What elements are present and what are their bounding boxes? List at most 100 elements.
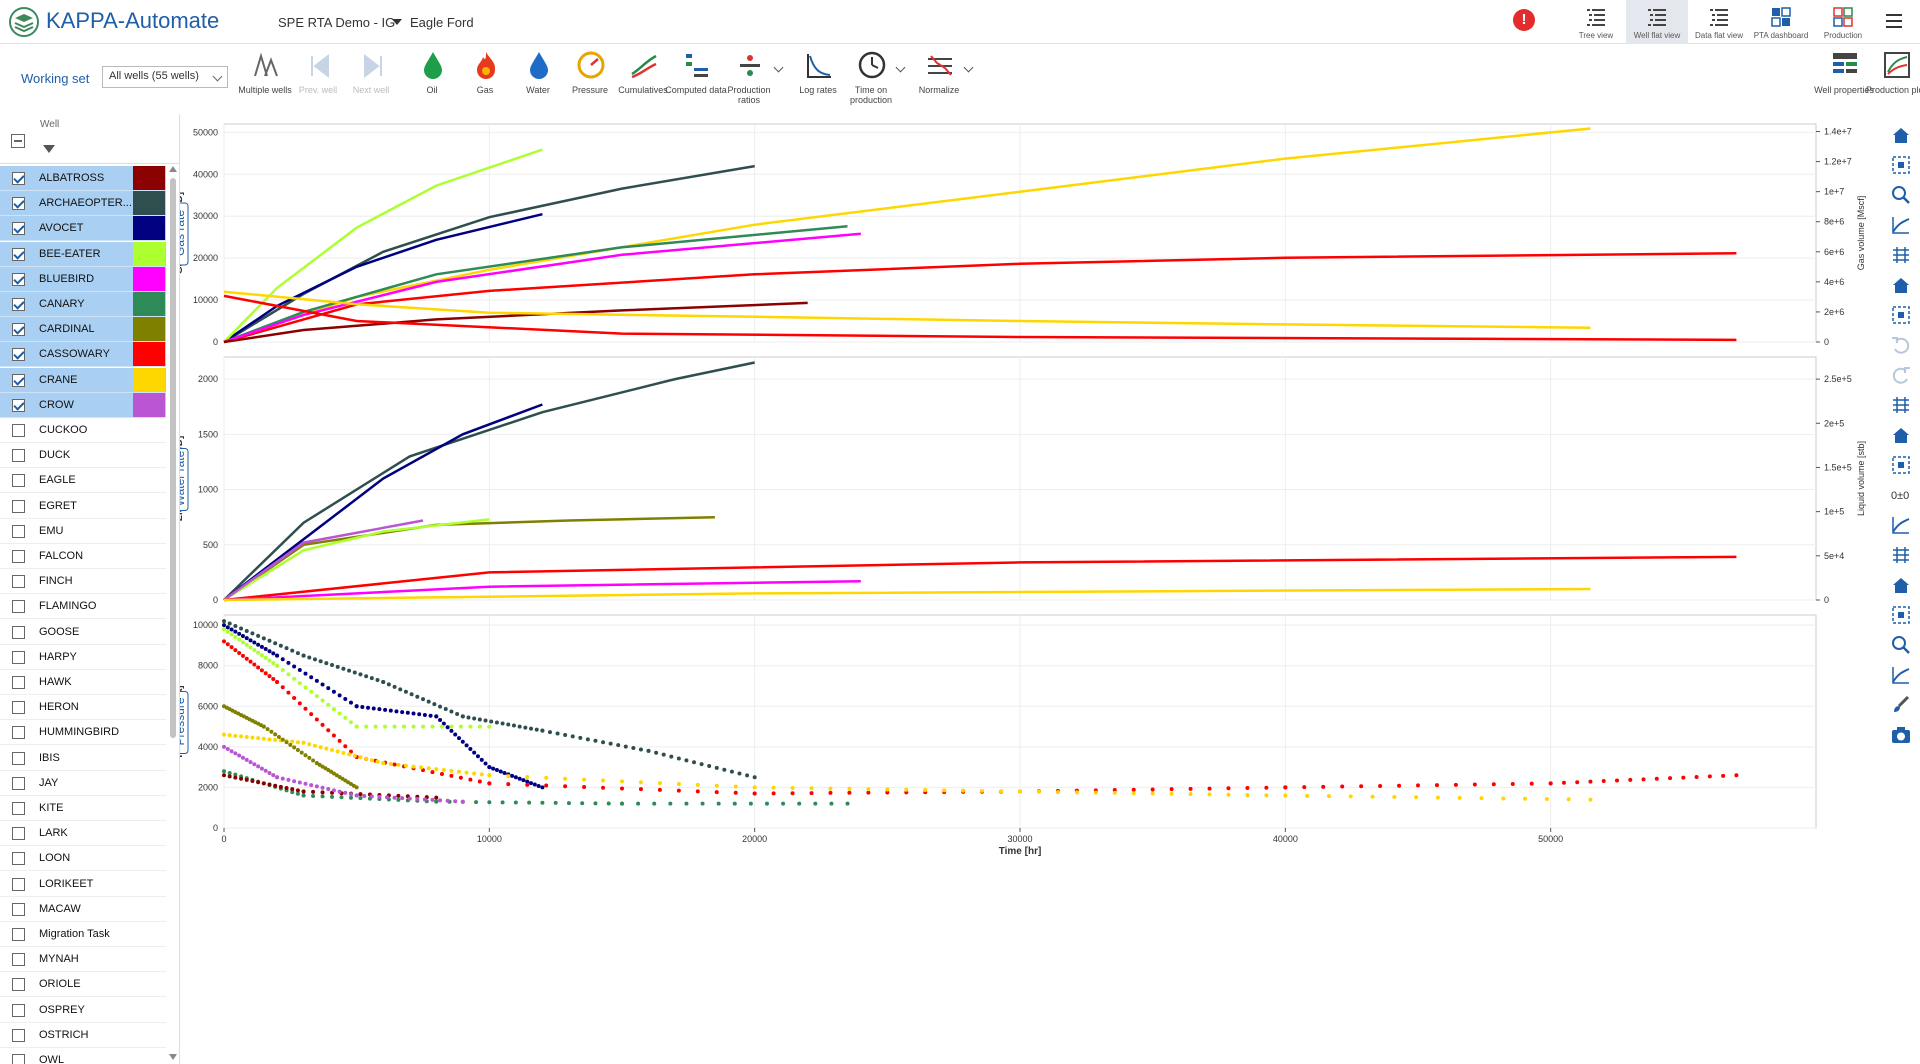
marker-icon[interactable]	[1890, 664, 1912, 686]
hand-pan-icon[interactable]	[1890, 184, 1912, 206]
well-checkbox[interactable]	[12, 348, 25, 362]
plot-canvas[interactable]: 0100002000030000400005000002e+64e+66e+68…	[180, 114, 1880, 1064]
chevron-down-icon[interactable]	[963, 62, 974, 73]
well-row[interactable]: HUMMINGBIRD	[0, 720, 166, 746]
well-checkbox[interactable]	[12, 298, 25, 311]
well-row[interactable]: LOON	[0, 846, 166, 872]
well-checkbox[interactable]	[12, 726, 25, 740]
well-row[interactable]: OSPREY	[0, 998, 166, 1023]
well-row[interactable]: KITE	[0, 796, 166, 821]
well-row[interactable]: BLUEBIRD	[0, 266, 166, 292]
well-row[interactable]: CARDINAL	[0, 317, 166, 343]
well-checkbox[interactable]	[12, 424, 25, 437]
redo-icon[interactable]	[1890, 364, 1912, 386]
well-row[interactable]: ORIOLE	[0, 972, 166, 998]
well-checkbox[interactable]	[12, 701, 25, 715]
scroll-thumb[interactable]	[170, 178, 176, 738]
well-row[interactable]: HARPY	[0, 645, 166, 670]
well-checkbox[interactable]	[12, 776, 25, 790]
well-row[interactable]: ALBATROSS	[0, 166, 166, 191]
brush-icon[interactable]	[1890, 694, 1912, 716]
tool-time-on-production[interactable]: Time on production	[844, 48, 906, 108]
view-button-production[interactable]: Production	[1812, 0, 1874, 44]
well-checkbox[interactable]	[12, 247, 25, 261]
tool-production-plot[interactable]: Production plot	[1866, 48, 1920, 108]
well-color-swatch[interactable]	[133, 367, 165, 392]
well-row[interactable]: LORIKEET	[0, 872, 166, 897]
tool-oil-drop[interactable]: Oil	[405, 48, 459, 108]
well-row[interactable]: OSTRICH	[0, 1023, 166, 1048]
well-checkbox[interactable]	[12, 323, 25, 337]
chevron-down-icon[interactable]	[895, 62, 906, 73]
well-row[interactable]: CASSOWARY	[0, 342, 166, 368]
well-row[interactable]: FLAMINGO	[0, 594, 166, 620]
well-checkbox[interactable]	[12, 550, 25, 563]
well-checkbox[interactable]	[12, 650, 25, 664]
well-color-swatch[interactable]	[133, 342, 165, 367]
zoom-x-icon[interactable]	[1890, 244, 1912, 266]
well-color-swatch[interactable]	[133, 292, 165, 316]
well-row[interactable]: CUCKOO	[0, 418, 166, 443]
well-color-swatch[interactable]	[133, 392, 165, 417]
well-row[interactable]: EAGLE	[0, 468, 166, 494]
tool-well-properties[interactable]: Well properties	[1814, 48, 1874, 108]
well-row[interactable]: AVOCET	[0, 216, 166, 242]
well-checkbox[interactable]	[12, 449, 25, 463]
well-checkbox[interactable]	[12, 524, 25, 538]
tool-log-rates[interactable]: Log rates	[791, 48, 845, 108]
well-checkbox[interactable]	[12, 877, 25, 891]
well-column-header[interactable]: Well	[40, 119, 59, 130]
well-checkbox[interactable]	[12, 978, 25, 992]
well-checkbox[interactable]	[12, 1054, 25, 1064]
well-row[interactable]: GOOSE	[0, 620, 166, 645]
scroll-up-icon[interactable]	[169, 166, 177, 172]
well-checkbox[interactable]	[12, 172, 25, 185]
view-button-pta-dashboard[interactable]: PTA dashboard	[1750, 0, 1812, 44]
well-row[interactable]: MYNAH	[0, 947, 166, 973]
undo-icon[interactable]	[1890, 334, 1912, 356]
working-set-dropdown[interactable]: All wells (55 wells)	[102, 66, 228, 88]
table-icon[interactable]	[1890, 634, 1912, 656]
hamburger-menu-icon[interactable]	[1886, 14, 1902, 28]
legend-icon[interactable]	[1890, 394, 1912, 416]
well-row[interactable]: CRANE	[0, 367, 166, 393]
well-row[interactable]: FALCON	[0, 544, 166, 569]
zoom-y-icon[interactable]	[1890, 274, 1912, 296]
well-row[interactable]: EGRET	[0, 494, 166, 519]
tool-gas-flame[interactable]: Gas	[458, 48, 512, 108]
tool-cumulatives[interactable]: Cumulatives	[616, 48, 670, 108]
view-button-well-flat-view[interactable]: Well flat view	[1626, 0, 1688, 44]
well-color-swatch[interactable]	[133, 216, 165, 241]
well-row[interactable]: DUCK	[0, 443, 166, 469]
well-row[interactable]: MACAW	[0, 897, 166, 922]
well-row[interactable]: FINCH	[0, 569, 166, 595]
well-row[interactable]: BEE-EATER	[0, 241, 166, 267]
align-icon[interactable]	[1890, 514, 1912, 536]
well-row[interactable]: HAWK	[0, 670, 166, 695]
well-checkbox[interactable]	[12, 953, 25, 967]
chevron-down-icon[interactable]	[773, 62, 784, 73]
well-row[interactable]: LARK	[0, 821, 166, 847]
well-checkbox[interactable]	[12, 398, 25, 412]
well-color-swatch[interactable]	[133, 317, 165, 342]
well-row[interactable]: EMU	[0, 519, 166, 544]
tool-normalize[interactable]: Normalize	[912, 48, 974, 108]
offset-icon[interactable]: 0±0	[1890, 484, 1912, 506]
panel-tab-label[interactable]: Pressure	[180, 697, 187, 745]
caret-down-icon[interactable]	[392, 19, 402, 25]
view-button-data-flat-view[interactable]: Data flat view	[1688, 0, 1750, 44]
well-checkbox[interactable]	[12, 852, 25, 866]
well-checkbox[interactable]	[12, 499, 25, 513]
well-color-swatch[interactable]	[133, 191, 165, 216]
well-row[interactable]: CANARY	[0, 292, 166, 317]
well-checkbox[interactable]	[12, 1003, 25, 1017]
zoom-out-icon[interactable]	[1890, 304, 1912, 326]
home-alt-icon[interactable]	[1890, 154, 1912, 176]
crosshair-icon[interactable]	[1890, 544, 1912, 566]
project-selector[interactable]: SPE RTA Demo - IG	[278, 15, 395, 30]
tool-multiple-wells[interactable]: Multiple wells	[238, 48, 292, 108]
alert-icon[interactable]: !	[1513, 9, 1535, 31]
well-checkbox[interactable]	[12, 827, 25, 841]
well-list-scrollbar[interactable]	[168, 166, 178, 1064]
well-checkbox[interactable]	[12, 902, 25, 916]
